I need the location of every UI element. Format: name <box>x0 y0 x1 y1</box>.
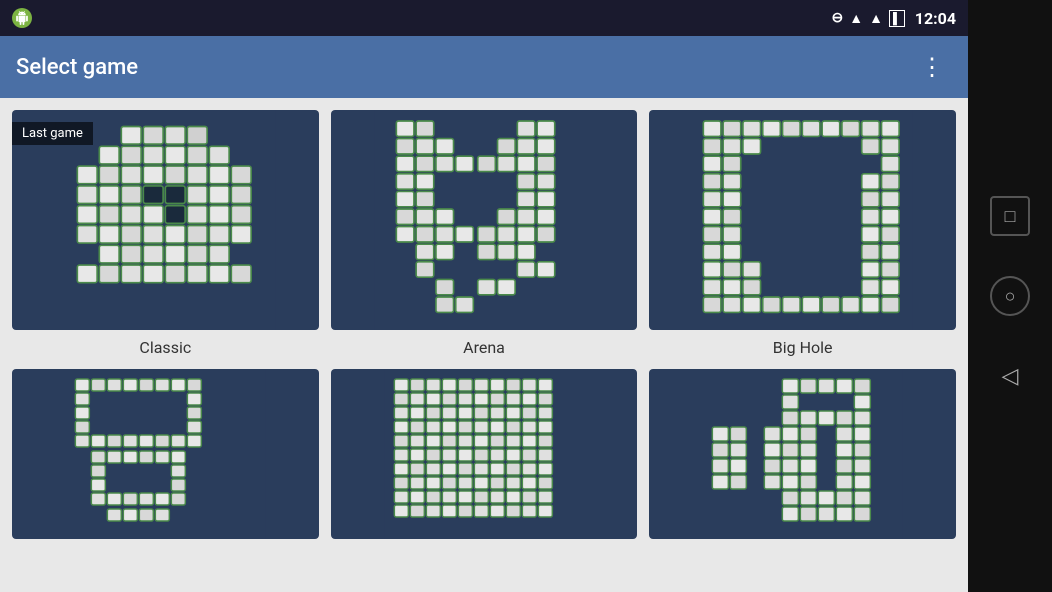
more-options-icon[interactable]: ⋮ <box>912 45 952 89</box>
status-bar-right: ⊖ ▲ ▲ ▌ 12:04 <box>832 9 956 28</box>
android-icon <box>12 8 32 28</box>
game-thumbnail-bighole <box>649 110 956 330</box>
do-not-disturb-icon: ⊖ <box>832 10 844 26</box>
game-thumbnail-full <box>331 369 638 539</box>
battery-icon: ▌ <box>889 10 905 27</box>
last-game-badge: Last game <box>12 122 93 145</box>
game-item-bighole[interactable]: Big Hole <box>649 110 956 357</box>
game-label-classic: Classic <box>139 338 191 357</box>
nav-home-button[interactable]: ○ <box>990 276 1030 316</box>
status-time: 12:04 <box>915 9 956 28</box>
game-item-arena[interactable]: Arena <box>331 110 638 357</box>
square-icon: □ <box>1005 206 1016 227</box>
status-bar: ⊖ ▲ ▲ ▌ 12:04 <box>0 0 968 36</box>
nav-back-button[interactable]: ◁ <box>990 356 1030 396</box>
game-thumbnail-cross <box>649 369 956 539</box>
game-thumbnail-classic: Last game <box>12 110 319 330</box>
game-grid: Last game <box>12 110 956 547</box>
game-thumbnail-arena <box>331 110 638 330</box>
game-item-full[interactable] <box>331 369 638 547</box>
content-area: Last game <box>0 98 968 592</box>
triangle-icon: ◁ <box>1002 364 1019 389</box>
game-label-arena: Arena <box>463 338 505 357</box>
wifi-icon: ▲ <box>849 10 863 27</box>
game-thumbnail-spiral <box>12 369 319 539</box>
game-item-classic[interactable]: Last game <box>12 110 319 357</box>
game-item-spiral[interactable] <box>12 369 319 547</box>
phone-area: ⊖ ▲ ▲ ▌ 12:04 Select game ⋮ Last game <box>0 0 968 592</box>
circle-icon: ○ <box>1005 286 1016 307</box>
page-title: Select game <box>16 55 138 80</box>
nav-recent-button[interactable]: □ <box>990 196 1030 236</box>
game-label-bighole: Big Hole <box>773 338 833 357</box>
status-bar-left <box>12 8 32 28</box>
nav-bar: □ ○ ◁ <box>968 0 1052 592</box>
signal-icon: ▲ <box>869 10 883 27</box>
app-bar: Select game ⋮ <box>0 36 968 98</box>
game-item-cross[interactable] <box>649 369 956 547</box>
